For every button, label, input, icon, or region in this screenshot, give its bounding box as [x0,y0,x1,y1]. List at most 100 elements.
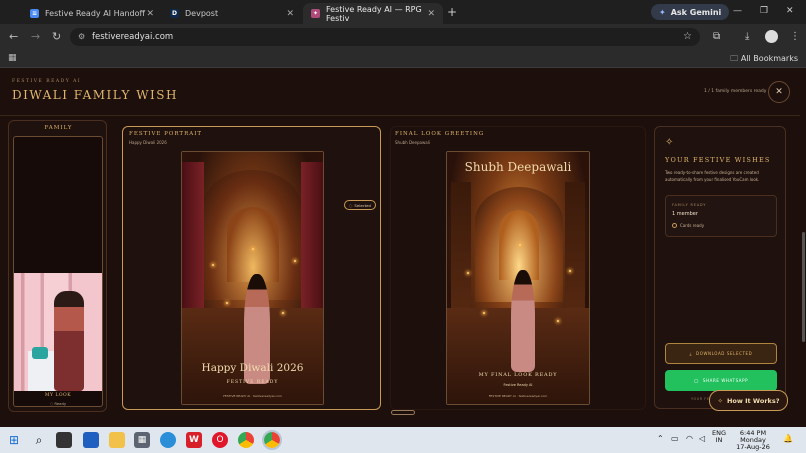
selected-badge: ◌ Selected [344,200,376,210]
close-tab-icon[interactable]: ✕ [146,9,154,19]
selected-text: Selected [354,202,371,208]
family-ready-label: Family Ready [672,203,707,207]
portrait-card[interactable]: Festive Portrait Happy Diwali 2026 Happy… [122,126,381,410]
gemini-sparkle-icon: ✦ [659,7,666,17]
member-status: ◌ Ready [49,401,67,406]
task-view-icon[interactable] [56,432,72,448]
download-icon: ⤓ [689,351,693,356]
whatsapp-label: Share WhatsApp [702,378,749,383]
browser-tab-bar: ≡ Festive Ready AI Handoff ✕ D Devpost ✕… [0,0,806,24]
bookmark-star-icon[interactable]: ☆ [683,31,692,42]
opera-icon[interactable]: O [212,432,228,448]
member-count: 1 member [672,211,698,217]
family-ready-box: Family Ready 1 member Cards ready [665,195,777,237]
portrait-label: Festive Portrait [129,131,203,137]
system-clock[interactable]: 6:44 PM Monday 17-Aug-26 [736,430,770,451]
file-explorer-icon[interactable] [109,432,125,448]
notifications-icon[interactable]: 🔔 [783,434,793,443]
battery-icon[interactable]: ▭ [671,434,679,443]
festive-app: Festive Ready AI Diwali Family Wish 1 / … [0,68,806,427]
check-circle-icon [672,223,677,228]
tab-title: Devpost [185,9,219,18]
member-status-text: Ready [54,401,67,406]
tab-devpost[interactable]: D Devpost ✕ [162,3,302,24]
family-member-card[interactable]: My Look ◌ Ready [13,136,103,407]
ready-count: 1 / 1 family members ready [704,89,767,94]
sparkles-icon: ✧ [717,396,723,405]
wps-office-icon[interactable]: W [186,432,202,448]
festive-icon: ✦ [311,9,320,18]
chrome-icon[interactable] [238,432,254,448]
app-eyebrow: Festive Ready AI [12,79,82,84]
language-indicator[interactable]: ENG IN [712,430,726,444]
bookmarks-bar: ▦ 🗀 All Bookmarks [0,50,806,68]
all-bookmarks-button[interactable]: 🗀 All Bookmarks [730,53,798,67]
tab-title: Festive Ready AI — RPG Festiv [326,4,422,23]
download-icon[interactable]: ⤓ [745,31,749,42]
how-it-works-button[interactable]: ✧ How It Works? [709,390,788,411]
chrome-active-icon[interactable] [262,430,282,450]
member-photo [14,273,102,391]
ask-gemini-button[interactable]: ✦ Ask Gemini [651,4,730,20]
tab-handoff[interactable]: ≡ Festive Ready AI Handoff ✕ [22,3,162,24]
url-text: festivereadyai.com [92,32,174,42]
wishes-panel: ✧ Your Festive Wishes Two ready-to-share… [654,126,786,409]
minimize-icon[interactable]: — [733,6,742,16]
widgets-icon[interactable] [83,432,99,448]
portrait-greeting: Happy Diwali 2026 [201,362,304,374]
download-selected-button[interactable]: ⤓ Download Selected [665,343,777,364]
horizontal-scrollbar[interactable] [391,410,415,415]
gemini-label: Ask Gemini [670,7,722,17]
maximize-icon[interactable]: ❐ [760,6,768,16]
reload-icon[interactable]: ↻ [52,30,61,43]
cards-ready-text: Cards ready [680,223,705,228]
final-tagline: My Final Look Ready [478,372,558,378]
portrait-image: Happy Diwali 2026 Festive Ready FESTIVE … [181,151,324,405]
wishes-title: Your Festive Wishes [665,156,771,164]
volume-icon[interactable]: ◁ [699,434,705,443]
all-bookmarks-label: All Bookmarks [740,54,798,63]
close-tab-icon[interactable]: ✕ [427,9,435,19]
new-tab-button[interactable]: + [447,5,457,19]
windows-start-icon[interactable]: ⊞ [6,432,22,448]
extensions-icon[interactable]: ⧉ [713,31,720,42]
final-look-card[interactable]: Final Look Greeting Shubh Deepawali Shub… [390,126,646,410]
window-close-icon[interactable]: ✕ [786,6,794,16]
cards-ready-status: Cards ready [672,223,704,228]
app-header: Festive Ready AI Diwali Family Wish 1 / … [0,68,800,116]
calculator-icon[interactable]: ▦ [134,432,150,448]
close-tab-icon[interactable]: ✕ [286,9,294,19]
whatsapp-icon: ◯ [693,378,699,383]
forward-icon[interactable]: → [31,30,40,43]
portrait-subtitle: Happy Diwali 2026 [129,140,167,145]
tab-festive-rpg[interactable]: ✦ Festive Ready AI — RPG Festiv ✕ [303,3,443,24]
how-it-works-label: How It Works? [726,396,780,405]
share-whatsapp-button[interactable]: ◯ Share WhatsApp [665,370,777,391]
menu-icon[interactable]: ⋮ [790,31,800,42]
family-panel: Family My Look ◌ Ready [8,120,107,412]
windows-taskbar: ⊞ ⌕ ▦ W O ⌃ ▭ ◠ ◁ ENG IN 6:44 PM Monday … [0,427,806,453]
wishes-description: Two ready-to-share festive designs are c… [665,170,760,182]
final-look-image: Shubh Deepawali My Final Look Ready Fest… [446,151,590,405]
address-bar-row: ← → ↻ ⚙ festivereadyai.com ☆ ⧉ ⤓ ⋮ [0,24,806,50]
back-icon[interactable]: ← [9,30,18,43]
search-icon[interactable]: ⌕ [31,432,47,448]
apps-grid-icon[interactable]: ▦ [8,53,17,63]
final-footer: FESTIVE READY AI · festivereadyai.com [488,394,548,398]
url-input[interactable]: ⚙ festivereadyai.com ☆ [70,28,700,46]
tray-chevron-icon[interactable]: ⌃ [657,434,664,443]
profile-avatar[interactable] [765,30,778,43]
site-settings-icon[interactable]: ⚙ [78,32,85,41]
wifi-icon[interactable]: ◠ [686,434,693,443]
close-button[interactable]: ✕ [768,81,790,103]
clock-date: 17-Aug-26 [736,443,770,451]
vertical-scrollbar[interactable] [802,232,805,342]
devpost-icon: D [170,9,179,18]
lang-bottom: IN [715,436,723,444]
portrait-tagline: Festive Ready [226,380,279,385]
page-title: Diwali Family Wish [12,88,178,102]
edge-icon[interactable] [160,432,176,448]
doc-icon: ≡ [30,9,39,18]
tab-title: Festive Ready AI Handoff [45,9,146,18]
download-label: Download Selected [696,351,753,356]
